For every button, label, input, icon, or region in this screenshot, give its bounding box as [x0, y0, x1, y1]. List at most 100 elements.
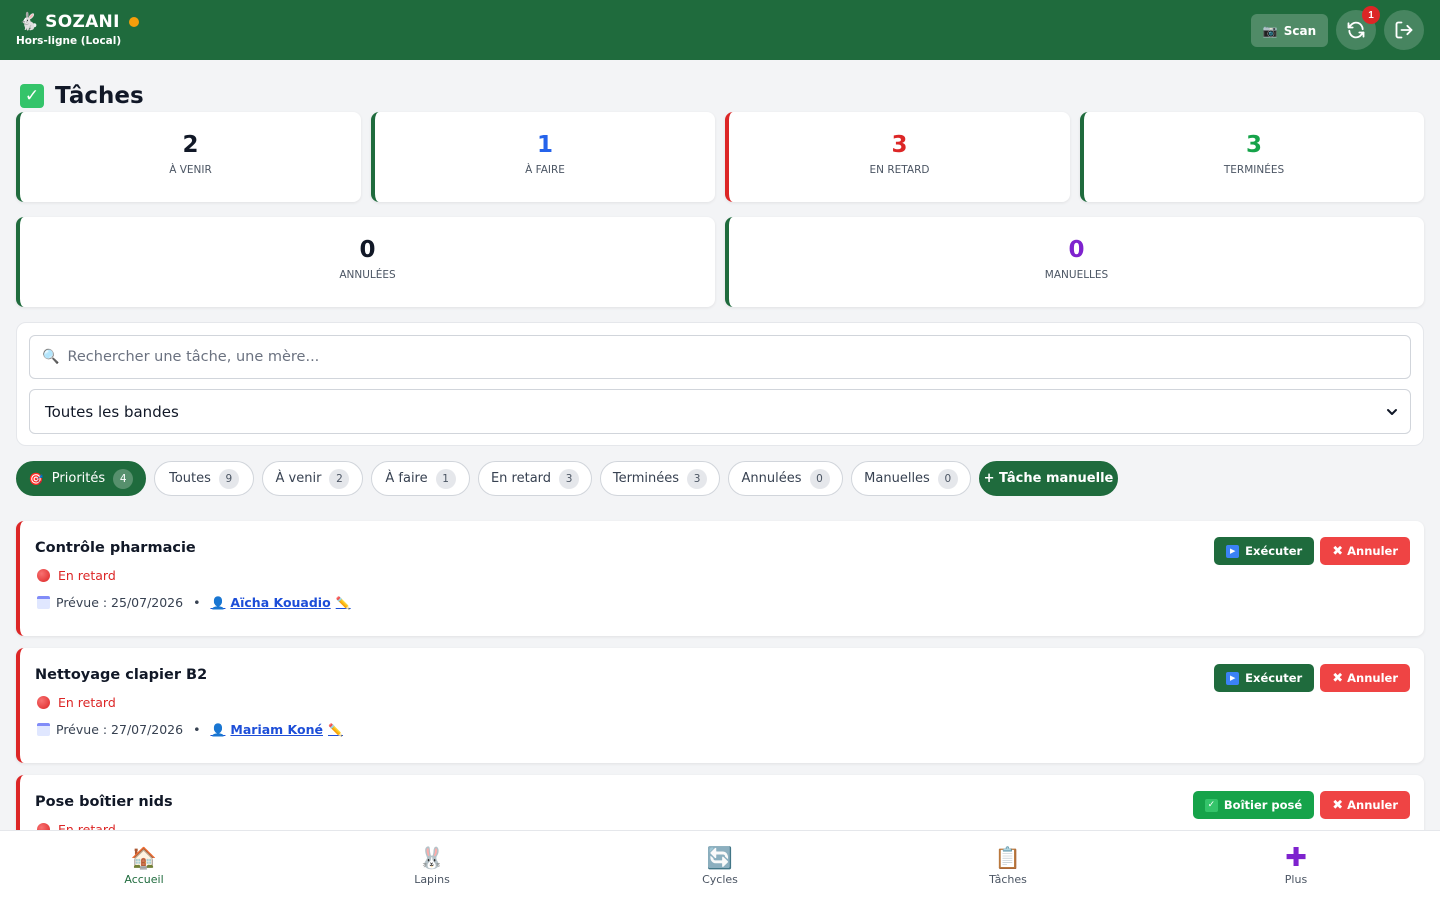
app-name: SOZANI [45, 12, 120, 32]
stat-label: TERMINÉES [1223, 164, 1285, 176]
person-icon: 👤 [210, 722, 226, 737]
task-title: Contrôle pharmacie [35, 540, 196, 556]
execute-label: Exécuter [1245, 671, 1303, 685]
task-due-date: Prévue : 25/07/2026 [56, 595, 184, 610]
filter-pill-cancelled[interactable]: Annulées 0 [728, 461, 843, 496]
stat-label: À VENIR [169, 164, 212, 176]
camera-icon: 📷 [1262, 23, 1278, 38]
filter-pill-late[interactable]: En retard 3 [478, 461, 592, 496]
nav-label: Accueil [124, 873, 164, 886]
stat-value: 3 [891, 132, 908, 158]
stat-card-late[interactable]: 3 EN RETARD [725, 112, 1070, 202]
stat-label: ANNULÉES [339, 269, 396, 281]
pill-label: Toutes [169, 471, 211, 486]
filter-pill-all[interactable]: Toutes 9 [154, 461, 254, 496]
filter-pill-manual[interactable]: Manuelles 0 [851, 461, 971, 496]
close-icon: ✖ [1332, 797, 1344, 813]
execute-button[interactable]: ▶ Exécuter [1214, 664, 1315, 692]
house-icon: 🏠 [130, 846, 158, 870]
check-box-icon: ✓ [20, 84, 44, 108]
pill-count: 3 [687, 468, 708, 489]
search-icon: 🔍 [42, 349, 60, 365]
nav-item-home[interactable]: 🏠 Accueil [0, 831, 288, 900]
box-installed-button[interactable]: ✓ Boîtier posé [1192, 791, 1315, 819]
cancel-button[interactable]: ✖ Annuler [1320, 791, 1410, 819]
search-input[interactable] [67, 349, 1368, 365]
offline-status-dot [128, 17, 139, 27]
pill-label: À venir [275, 471, 322, 486]
task-status-label: En retard [58, 695, 116, 710]
cancel-button[interactable]: ✖ Annuler [1320, 664, 1410, 692]
cancel-label: Annuler [1347, 544, 1398, 558]
stat-value: 3 [1245, 132, 1262, 158]
pill-count: 0 [809, 468, 830, 489]
connection-status: Hors-ligne (Local) [16, 35, 122, 47]
clipboard-icon: 📋 [994, 846, 1022, 870]
task-meta: Prévue : 27/07/2026 • 👤 Mariam Koné ✏️ [37, 722, 343, 737]
cancel-label: Annuler [1347, 671, 1398, 685]
sync-icon [1347, 21, 1365, 39]
nav-label: Cycles [702, 873, 738, 886]
task-card: Nettoyage clapier B2 En retard Prévue : … [16, 648, 1424, 763]
nav-item-more[interactable]: ✚ Plus [1152, 831, 1440, 900]
assignee-link[interactable]: 👤 Mariam Koné ✏️ [210, 722, 342, 737]
pill-label: À faire [385, 471, 428, 486]
task-meta: Prévue : 25/07/2026 • 👤 Aïcha Kouadio ✏️ [37, 595, 351, 610]
pill-count: 3 [559, 468, 580, 489]
task-card: Contrôle pharmacie En retard Prévue : 25… [16, 521, 1424, 636]
add-manual-task-button[interactable]: + Tâche manuelle [979, 461, 1118, 496]
filter-pill-todo[interactable]: À faire 1 [371, 461, 470, 496]
pill-count: 0 [937, 468, 958, 489]
nav-item-rabbits[interactable]: 🐰 Lapins [288, 831, 576, 900]
nav-item-cycles[interactable]: 🔄 Cycles [576, 831, 864, 900]
stat-label: EN RETARD [869, 164, 930, 176]
meta-separator: • [193, 595, 201, 610]
task-due-date: Prévue : 27/07/2026 [56, 722, 184, 737]
person-icon: 👤 [210, 595, 226, 610]
sync-button[interactable]: 1 [1336, 6, 1380, 50]
check-icon: ✓ [1204, 798, 1218, 812]
filter-pill-upcoming[interactable]: À venir 2 [262, 461, 363, 496]
stat-value: 2 [182, 132, 199, 158]
logout-button[interactable] [1384, 10, 1424, 50]
assignee-link[interactable]: 👤 Aïcha Kouadio ✏️ [210, 595, 350, 610]
execute-label: Exécuter [1245, 544, 1303, 558]
stat-card-done[interactable]: 3 TERMINÉES [1080, 112, 1424, 202]
pill-count: 2 [329, 468, 350, 489]
filter-pill-priorities[interactable]: 🎯 Priorités 4 [16, 461, 146, 496]
band-select-value: Toutes les bandes [45, 402, 179, 421]
task-actions: ▶ Exécuter ✖ Annuler [1214, 537, 1410, 565]
logout-icon [1395, 21, 1413, 39]
meta-separator: • [193, 722, 201, 737]
task-title: Pose boîtier nids [35, 794, 173, 810]
pill-count: 1 [435, 468, 456, 489]
bottom-nav: 🏠 Accueil 🐰 Lapins 🔄 Cycles 📋 Tâches ✚ P… [0, 830, 1440, 900]
pill-label: En retard [490, 471, 552, 486]
assignee-name: Aïcha Kouadio [230, 595, 331, 610]
scan-button[interactable]: 📷 Scan [1251, 14, 1328, 47]
close-icon: ✖ [1332, 543, 1344, 559]
scan-label: Scan [1283, 23, 1317, 38]
stat-label: À FAIRE [525, 164, 565, 176]
task-status: En retard [37, 695, 116, 710]
stat-card-cancelled[interactable]: 0 ANNULÉES [16, 217, 715, 307]
stat-card-todo[interactable]: 1 À FAIRE [371, 112, 715, 202]
stat-card-manual[interactable]: 0 MANUELLES [725, 217, 1424, 307]
task-status: En retard [37, 568, 116, 583]
search-box[interactable]: 🔍 [29, 335, 1411, 379]
cancel-button[interactable]: ✖ Annuler [1320, 537, 1410, 565]
nav-label: Tâches [989, 873, 1027, 886]
nav-label: Lapins [414, 873, 450, 886]
execute-button[interactable]: ▶ Exécuter [1214, 537, 1315, 565]
close-icon: ✖ [1332, 670, 1344, 686]
stat-value: 0 [1068, 237, 1085, 263]
nav-item-tasks[interactable]: 📋 Tâches [864, 831, 1152, 900]
cancel-label: Annuler [1347, 798, 1398, 812]
band-select[interactable]: Toutes les bandes [29, 389, 1411, 434]
stat-value: 0 [359, 237, 376, 263]
filter-pill-done[interactable]: Terminées 3 [600, 461, 720, 496]
late-dot-icon [37, 696, 50, 709]
pencil-icon: ✏️ [328, 722, 343, 737]
pill-label: Manuelles [864, 471, 930, 486]
stat-card-upcoming[interactable]: 2 À VENIR [16, 112, 361, 202]
